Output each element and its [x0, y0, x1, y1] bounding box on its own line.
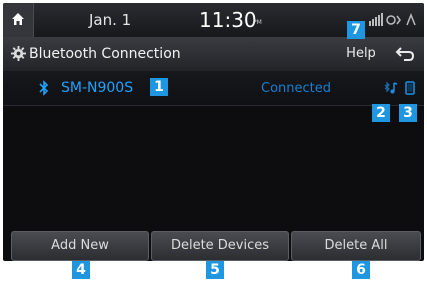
header-bar: Bluetooth Connection Help	[3, 37, 424, 72]
callout-6: 6	[352, 261, 370, 279]
back-arrow-icon	[395, 47, 415, 61]
back-button[interactable]	[389, 42, 421, 66]
callout-7: 7	[347, 21, 365, 39]
page-title: Bluetooth Connection	[29, 46, 181, 62]
connection-status: Connected	[261, 81, 332, 96]
status-time: 11:30	[199, 8, 257, 32]
home-button[interactable]	[3, 3, 34, 37]
device-name: SM-N900S	[61, 80, 134, 96]
status-date: Jan. 1	[89, 11, 132, 29]
bluetooth-audio-icon[interactable]	[383, 81, 399, 95]
status-ampm: PM	[253, 19, 262, 26]
signal-icons	[369, 13, 416, 26]
screen: Jan. 1 11:30 PM Bluetooth Connection Hel…	[3, 3, 424, 261]
callout-2: 2	[372, 104, 390, 122]
help-button[interactable]: Help	[339, 42, 383, 66]
bluetooth-icon	[39, 80, 49, 96]
home-icon	[12, 13, 24, 25]
device-list-item[interactable]: SM-N900S Connected	[3, 71, 424, 106]
callout-1: 1	[150, 78, 168, 96]
phone-icon[interactable]	[405, 81, 415, 95]
delete-all-button[interactable]: Delete All	[291, 231, 421, 261]
gear-icon	[11, 46, 26, 61]
callout-5: 5	[206, 261, 224, 279]
callout-3: 3	[399, 104, 417, 122]
callout-4: 4	[72, 261, 90, 279]
delete-devices-button[interactable]: Delete Devices	[151, 231, 289, 261]
add-new-button[interactable]: Add New	[11, 231, 149, 261]
